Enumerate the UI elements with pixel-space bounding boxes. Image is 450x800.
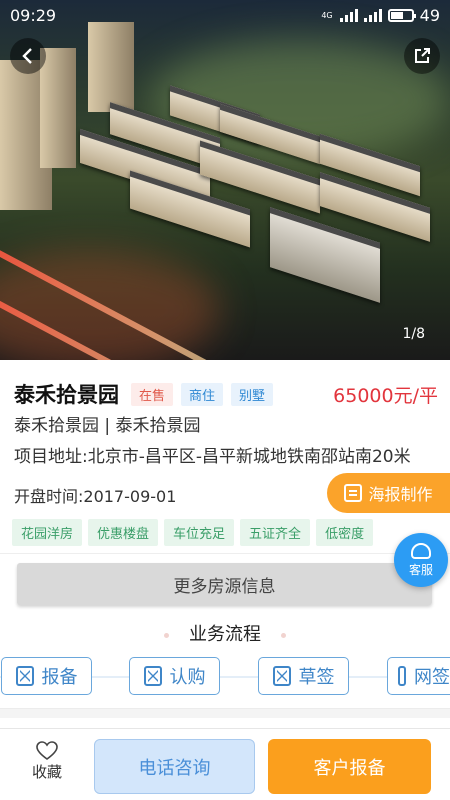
poster-button[interactable]: 海报制作 (327, 473, 450, 513)
type-tag-villa: 别墅 (231, 382, 274, 406)
heart-icon (36, 741, 58, 760)
feature-tag: 车位充足 (164, 519, 235, 546)
status-time: 09:29 (10, 5, 57, 25)
decor-dot (281, 632, 286, 638)
project-hero-image[interactable] (0, 0, 450, 360)
divider (0, 553, 450, 554)
project-subtitle: 泰禾拾景园 | 泰禾拾景园 (14, 416, 201, 436)
status-bar: 09:29 4G 49 (0, 0, 450, 30)
feature-tag: 花园洋房 (12, 519, 83, 546)
phone-consult-button[interactable]: 电话咨询 (94, 739, 255, 794)
share-icon (415, 48, 430, 63)
hourglass-icon (272, 666, 291, 686)
price: 65000元/平 (333, 384, 438, 407)
process-step-label: 网签 (414, 667, 450, 688)
poster-button-label: 海报制作 (368, 485, 433, 504)
section-separator (0, 708, 450, 718)
signal-icon-2 (363, 8, 382, 22)
title-row: 泰禾拾景园 在售 商住 别墅 65000元/平 (14, 378, 438, 410)
process-title: 业务流程 (189, 624, 261, 645)
headset-icon (411, 542, 431, 559)
bottom-action-bar: 收藏 电话咨询 客户报备 (0, 728, 450, 800)
battery-icon (387, 8, 416, 22)
client-report-button[interactable]: 客户报备 (268, 739, 431, 794)
process-step-label: 认购 (169, 667, 206, 688)
type-tag-commercial: 商住 (181, 382, 224, 406)
hourglass-icon (143, 666, 162, 686)
process-step-label: 草签 (298, 667, 335, 688)
share-button[interactable] (404, 38, 440, 74)
network-type: 4G (321, 10, 333, 20)
favorite-label: 收藏 (31, 763, 62, 781)
favorite-button[interactable]: 收藏 (22, 741, 72, 782)
hourglass-icon (398, 666, 406, 686)
process-step-subscribe[interactable]: 认购 (129, 657, 220, 695)
poster-icon (344, 484, 363, 502)
process-section-title: 业务流程 (0, 620, 450, 646)
feature-tag: 低密度 (316, 519, 374, 546)
open-date: 开盘时间:2017-09-01 (14, 487, 177, 506)
signal-icon (339, 8, 358, 22)
process-step-online-sign[interactable]: 网签 (387, 657, 450, 695)
project-address: 项目地址:北京市-昌平区-昌平新城地铁南邵站南20米 (14, 447, 411, 467)
hourglass-icon (15, 666, 34, 686)
process-step-label: 报备 (41, 667, 78, 688)
customer-service-button[interactable]: 客服 (394, 533, 448, 587)
process-step-report[interactable]: 报备 (1, 657, 92, 695)
process-step-draft[interactable]: 草签 (258, 657, 349, 695)
image-counter: 1/8 (402, 326, 425, 342)
feature-tags: 花园洋房 优惠楼盘 车位充足 五证齐全 低密度 (12, 519, 374, 546)
battery-level: 49 (419, 5, 440, 25)
customer-service-label: 客服 (408, 562, 433, 577)
feature-tag: 五证齐全 (240, 519, 311, 546)
back-arrow-icon (22, 48, 32, 64)
back-button[interactable] (10, 38, 46, 74)
sale-status-tag: 在售 (131, 382, 174, 406)
more-listings-button[interactable]: 更多房源信息 (17, 563, 432, 605)
feature-tag: 优惠楼盘 (88, 519, 159, 546)
decor-dot (164, 632, 169, 638)
project-name: 泰禾拾景园 (14, 383, 119, 407)
